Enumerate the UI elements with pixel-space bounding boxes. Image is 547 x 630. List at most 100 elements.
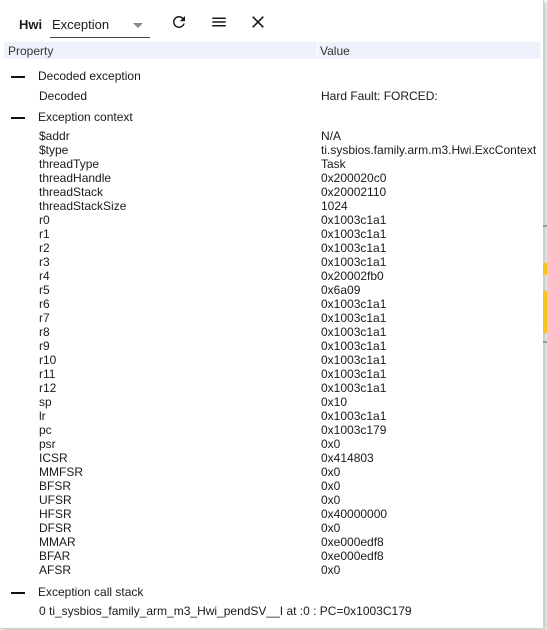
property-cell: r12 bbox=[39, 381, 57, 395]
value-cell: 0x1003c1a1 bbox=[321, 325, 387, 339]
value-cell: 0x1003c1a1 bbox=[321, 227, 387, 241]
table-row[interactable]: HFSR 0x40000000 bbox=[0, 507, 543, 521]
property-cell: HFSR bbox=[39, 507, 72, 521]
table-row[interactable]: r2 0x1003c1a1 bbox=[0, 241, 543, 255]
value-cell: 0x200020c0 bbox=[321, 171, 387, 185]
table-row[interactable]: psr 0x0 bbox=[0, 437, 543, 451]
value-cell: 0x1003c1a1 bbox=[321, 311, 387, 325]
table-row[interactable]: threadStack 0x20002110 bbox=[0, 185, 543, 199]
underlay-line bbox=[543, 225, 547, 227]
table-row[interactable]: $addr N/A bbox=[0, 129, 543, 143]
value-cell: Hard Fault: FORCED: bbox=[321, 89, 438, 103]
table-row[interactable]: BFAR 0xe000edf8 bbox=[0, 549, 543, 563]
table-row[interactable]: threadStackSize 1024 bbox=[0, 199, 543, 213]
property-cell: r4 bbox=[39, 269, 50, 283]
close-button[interactable] bbox=[247, 11, 269, 33]
table-row[interactable]: r10 0x1003c1a1 bbox=[0, 353, 543, 367]
property-cell: sp bbox=[39, 395, 52, 409]
collapse-icon[interactable] bbox=[11, 76, 25, 78]
property-cell: ICSR bbox=[39, 451, 68, 465]
table-header: Property Value bbox=[4, 42, 540, 59]
value-cell: 0x0 bbox=[321, 563, 341, 577]
value-cell: 0x1003c1a1 bbox=[321, 367, 387, 381]
column-header-property[interactable]: Property bbox=[8, 44, 53, 58]
table-row[interactable]: r11 0x1003c1a1 bbox=[0, 367, 543, 381]
group-decoded-exception[interactable]: Decoded exception bbox=[0, 68, 543, 84]
value-cell: 0x1003c1a1 bbox=[321, 339, 387, 353]
group-exception-context[interactable]: Exception context bbox=[0, 109, 543, 125]
table-row[interactable]: UFSR 0x0 bbox=[0, 493, 543, 507]
table-row[interactable]: sp 0x10 bbox=[0, 395, 543, 409]
table-row[interactable]: BFSR 0x0 bbox=[0, 479, 543, 493]
underlay-line bbox=[543, 341, 547, 343]
value-cell: 0x1003c1a1 bbox=[321, 241, 387, 255]
value-cell: 0x0 bbox=[321, 521, 341, 535]
property-cell: lr bbox=[39, 409, 46, 423]
property-cell: UFSR bbox=[39, 493, 72, 507]
menu-button[interactable] bbox=[208, 11, 230, 33]
close-icon bbox=[252, 16, 264, 28]
view-title: Hwi bbox=[19, 17, 43, 32]
property-cell: AFSR bbox=[39, 563, 72, 577]
column-header-value[interactable]: Value bbox=[320, 44, 350, 58]
group-label: Exception context bbox=[38, 110, 133, 124]
value-cell: 0x1003c1a1 bbox=[321, 409, 387, 423]
call-stack-entry[interactable]: 0 ti_sysbios_family_arm_m3_Hwi_pendSV__I… bbox=[39, 604, 412, 618]
table-row[interactable]: threadHandle 0x200020c0 bbox=[0, 171, 543, 185]
table-row[interactable]: AFSR 0x0 bbox=[0, 563, 543, 577]
property-cell: BFSR bbox=[39, 479, 72, 493]
value-cell: 0x0 bbox=[321, 493, 341, 507]
property-cell: r5 bbox=[39, 283, 50, 297]
property-cell: DFSR bbox=[39, 521, 72, 535]
hwi-exception-panel: Hwi Exception Property Value Decoded exc… bbox=[0, 0, 544, 629]
underlay-highlight bbox=[543, 263, 547, 275]
table-row[interactable]: Decoded Hard Fault: FORCED: bbox=[0, 89, 543, 103]
menu-icon bbox=[212, 17, 226, 27]
value-cell: 1024 bbox=[321, 199, 348, 213]
table-row[interactable]: r5 0x6a09 bbox=[0, 283, 543, 297]
property-cell: r10 bbox=[39, 353, 57, 367]
table-row[interactable]: ICSR 0x414803 bbox=[0, 451, 543, 465]
underlay-highlight bbox=[543, 291, 547, 333]
value-cell: 0xe000edf8 bbox=[321, 535, 384, 549]
column-divider[interactable] bbox=[317, 42, 318, 59]
view-select-dropdown[interactable]: Exception bbox=[50, 10, 150, 38]
table-row[interactable]: r7 0x1003c1a1 bbox=[0, 311, 543, 325]
value-cell: 0x0 bbox=[321, 465, 341, 479]
table-row[interactable]: r1 0x1003c1a1 bbox=[0, 227, 543, 241]
value-cell: 0x10 bbox=[321, 395, 348, 409]
table-row[interactable]: MMAR 0xe000edf8 bbox=[0, 535, 543, 549]
property-cell: r11 bbox=[39, 367, 56, 381]
table-row[interactable]: r6 0x1003c1a1 bbox=[0, 297, 543, 311]
table-row[interactable]: r0 0x1003c1a1 bbox=[0, 213, 543, 227]
collapse-icon[interactable] bbox=[11, 117, 25, 119]
value-cell: 0x414803 bbox=[321, 451, 374, 465]
table-row[interactable]: pc 0x1003c179 bbox=[0, 423, 543, 437]
property-cell: psr bbox=[39, 437, 56, 451]
table-row[interactable]: DFSR 0x0 bbox=[0, 521, 543, 535]
refresh-icon bbox=[173, 15, 185, 28]
table-row[interactable]: r3 0x1003c1a1 bbox=[0, 255, 543, 269]
group-exception-call-stack[interactable]: Exception call stack bbox=[0, 584, 543, 600]
collapse-icon[interactable] bbox=[11, 592, 25, 594]
table-row[interactable]: MMFSR 0x0 bbox=[0, 465, 543, 479]
table-row[interactable]: lr 0x1003c1a1 bbox=[0, 409, 543, 423]
value-cell: 0xe000edf8 bbox=[321, 549, 384, 563]
property-cell: Decoded bbox=[39, 89, 88, 103]
value-cell: 0x1003c1a1 bbox=[321, 297, 387, 311]
value-cell: 0x20002110 bbox=[321, 185, 387, 199]
value-cell: Task bbox=[321, 157, 346, 171]
table-row[interactable]: threadType Task bbox=[0, 157, 543, 171]
table-row[interactable]: r9 0x1003c1a1 bbox=[0, 339, 543, 353]
value-cell: 0x1003c179 bbox=[321, 423, 387, 437]
property-cell: r0 bbox=[39, 213, 50, 227]
refresh-button[interactable] bbox=[168, 11, 190, 33]
table-row[interactable]: r12 0x1003c1a1 bbox=[0, 381, 543, 395]
property-cell: threadStack bbox=[39, 185, 104, 199]
table-row[interactable]: $type ti.sysbios.family.arm.m3.Hwi.ExcCon… bbox=[0, 143, 543, 157]
value-cell: 0x40000000 bbox=[321, 507, 388, 521]
property-cell: pc bbox=[39, 423, 52, 437]
table-row[interactable]: r8 0x1003c1a1 bbox=[0, 325, 543, 339]
property-cell: $type bbox=[39, 143, 69, 157]
table-row[interactable]: r4 0x20002fb0 bbox=[0, 269, 543, 283]
